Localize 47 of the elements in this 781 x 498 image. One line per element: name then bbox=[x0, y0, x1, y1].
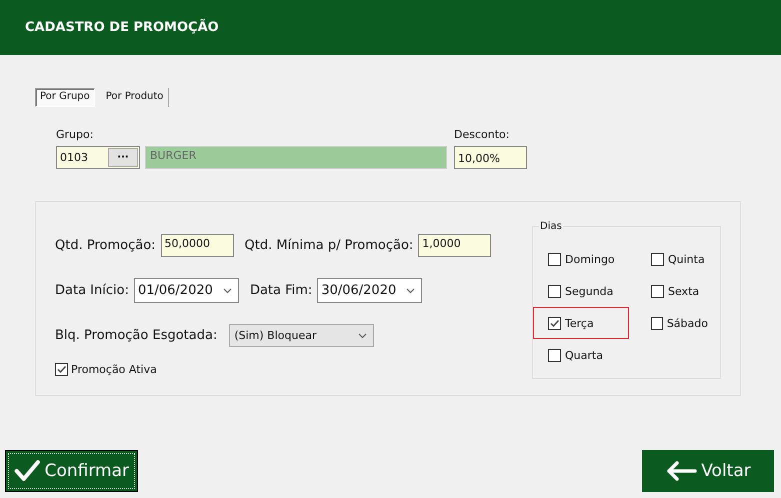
tab[interactable]: Por Grupo bbox=[35, 88, 95, 107]
confirm-button[interactable]: Confirmar bbox=[5, 450, 138, 492]
checkbox-label: Segunda bbox=[565, 284, 614, 298]
field-label: Data Início: bbox=[55, 283, 129, 298]
checkbox[interactable] bbox=[548, 316, 561, 330]
lookup-button[interactable]: ··· bbox=[108, 148, 138, 167]
checkbox-label: Quinta bbox=[668, 252, 705, 266]
group-title: Dias bbox=[539, 221, 563, 232]
dropdown-value: (Sim) Bloquear bbox=[234, 329, 316, 342]
checkbox[interactable] bbox=[651, 252, 664, 266]
checkbox-label: Domingo bbox=[565, 252, 615, 266]
date-picker[interactable]: 01/06/2020 bbox=[134, 278, 239, 303]
window-title: CADASTRO DE PROMOÇÃO bbox=[25, 20, 219, 35]
checkbox-label: Sábado bbox=[666, 316, 708, 330]
chevron-down-icon bbox=[222, 288, 232, 294]
checkbox[interactable] bbox=[651, 284, 664, 298]
checkbox-label: Terça bbox=[565, 316, 594, 330]
checkbox[interactable] bbox=[548, 348, 561, 362]
chevron-down-icon bbox=[406, 288, 416, 294]
name-field: BURGER bbox=[145, 146, 447, 169]
checkbox-label: Quarta bbox=[565, 348, 603, 362]
checkbox-label: Sexta bbox=[668, 284, 700, 298]
checkbox[interactable] bbox=[548, 284, 561, 298]
field-label: Grupo: bbox=[56, 128, 94, 142]
field-label: Qtd. Promoção: bbox=[55, 238, 156, 253]
checkbox[interactable] bbox=[55, 363, 68, 376]
chevron-down-icon bbox=[358, 332, 368, 338]
tab[interactable]: Por Produto bbox=[100, 88, 170, 107]
checkbox-label: Promoção Ativa bbox=[71, 363, 157, 376]
code-field[interactable]: 0103 ··· bbox=[56, 146, 140, 169]
discount-field[interactable]: 10,00% bbox=[454, 146, 527, 169]
back-button[interactable]: Voltar bbox=[642, 450, 774, 492]
field-label: Data Fim: bbox=[250, 283, 312, 298]
quantity-field[interactable]: 50,0000 bbox=[160, 234, 234, 257]
field-label: Qtd. Mínima p/ Promoção: bbox=[244, 238, 414, 253]
arrow-left-icon bbox=[665, 460, 698, 482]
dropdown[interactable]: (Sim) Bloquear bbox=[229, 324, 374, 347]
checkbox[interactable] bbox=[651, 316, 663, 330]
date-picker[interactable]: 30/06/2020 bbox=[317, 278, 422, 303]
field-label: Blq. Promoção Esgotada: bbox=[55, 328, 218, 343]
quantity-field[interactable]: 1,0000 bbox=[418, 234, 492, 257]
field-label: Desconto: bbox=[454, 128, 510, 142]
field-value: 0103 bbox=[59, 151, 89, 164]
checkbox[interactable] bbox=[548, 252, 561, 266]
date-value: 30/06/2020 bbox=[321, 283, 396, 298]
date-value: 01/06/2020 bbox=[138, 283, 213, 298]
check-icon bbox=[14, 458, 41, 484]
